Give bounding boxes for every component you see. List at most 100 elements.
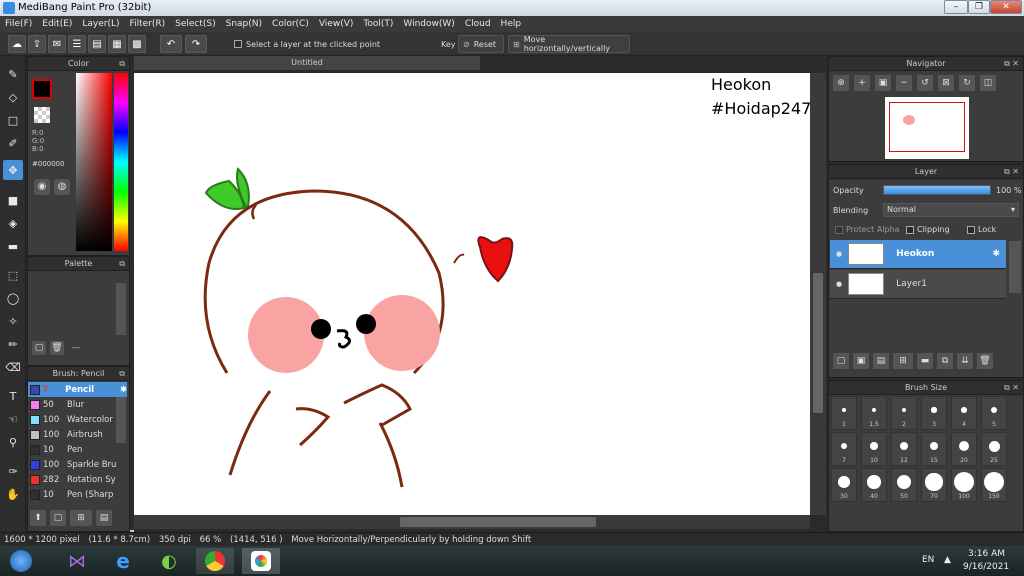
clock-date[interactable]: 9/16/2021 — [963, 562, 1009, 572]
eraser-tool-icon[interactable]: ◇ — [3, 87, 23, 107]
layer-scrollbar[interactable] — [1009, 241, 1021, 293]
popout-icon[interactable]: ⧉ ✕ — [1004, 381, 1019, 395]
blending-select[interactable]: Normal ▾ — [883, 203, 1019, 217]
layer-row[interactable]: ● Layer1 — [830, 270, 1006, 299]
dropper-icon[interactable]: ✑ — [3, 461, 23, 481]
language-indicator[interactable]: EN — [922, 555, 934, 565]
vertical-scroll-thumb[interactable] — [813, 273, 823, 413]
brush-item[interactable]: 50 Blur — [28, 397, 127, 412]
grid-icon[interactable]: ▩ — [128, 35, 146, 53]
cloud-icon[interactable]: ☁ — [8, 35, 26, 53]
menu-select[interactable]: Select(S) — [170, 19, 221, 29]
protect-alpha-checkbox[interactable] — [835, 225, 843, 234]
new-palette-icon[interactable]: ▢ — [32, 341, 46, 355]
minimize-button[interactable]: – — [944, 0, 968, 14]
menu-color[interactable]: Color(C) — [267, 19, 314, 29]
zoom-in-icon[interactable]: + — [854, 75, 870, 91]
undo-icon[interactable]: ↶ — [160, 35, 182, 53]
menu-file[interactable]: File(F) — [0, 19, 37, 29]
popout-icon[interactable]: ⧉ — [119, 367, 125, 381]
popout-icon[interactable]: ⧉ ✕ — [1004, 57, 1019, 71]
hand-tool-icon[interactable]: ✋ — [3, 484, 23, 504]
menu-tool[interactable]: Tool(T) — [358, 19, 398, 29]
layer-row[interactable]: ● Heokon ✱ — [830, 240, 1006, 269]
zoom-out-icon[interactable]: − — [896, 75, 912, 91]
page-list-icon[interactable]: ▦ — [108, 35, 126, 53]
duplicate-layer-icon[interactable]: ⧉ — [937, 353, 953, 369]
page-icon[interactable]: ▤ — [88, 35, 106, 53]
protect-alpha-option[interactable]: Protect Alpha — [835, 225, 900, 234]
new-layer-icon[interactable]: ▢ — [833, 353, 849, 369]
select-layer-option[interactable]: Select a layer at the clicked point — [230, 35, 430, 53]
navigator-thumbnail[interactable] — [885, 97, 969, 159]
fill-rect-tool-icon[interactable]: ■ — [3, 190, 23, 210]
horizontal-scrollbar[interactable] — [134, 515, 810, 529]
merge-layer-icon[interactable]: ⇊ — [957, 353, 973, 369]
flip-icon[interactable]: ◫ — [980, 75, 996, 91]
share-icon[interactable]: ⇪ — [28, 35, 46, 53]
select-eraser-icon[interactable]: ⌫ — [3, 357, 23, 377]
rotate-left-icon[interactable]: ↺ — [917, 75, 933, 91]
new-layer-1bit-icon[interactable]: ▤ — [873, 353, 889, 369]
visibility-icon[interactable]: ● — [836, 280, 842, 288]
brush-item[interactable]: 10 Pen — [28, 442, 127, 457]
move-tool-icon[interactable]: ✥ — [3, 160, 23, 180]
taskbar-app[interactable]: ◐ — [150, 548, 188, 574]
menu-cloud[interactable]: Cloud — [460, 19, 496, 29]
lock-option[interactable]: Lock — [967, 225, 996, 234]
gradient-tool-icon[interactable]: ▬ — [3, 236, 23, 256]
taskbar-medibang[interactable] — [242, 548, 280, 574]
popout-icon[interactable]: ⧉ ✕ — [1004, 165, 1019, 179]
vertical-scrollbar[interactable] — [810, 73, 826, 515]
hue-slider[interactable] — [114, 73, 128, 251]
taskbar-ie[interactable]: e — [104, 548, 142, 574]
brush-cloud-icon[interactable]: ⬆ — [30, 510, 46, 526]
saturation-value-picker[interactable] — [76, 73, 112, 251]
text-tool-icon[interactable]: T — [3, 386, 23, 406]
brush-tool-icon[interactable]: ✎ — [3, 64, 23, 84]
lasso-icon[interactable]: ◯ — [3, 288, 23, 308]
comment-list-icon[interactable]: ☰ — [68, 35, 86, 53]
drawing-canvas[interactable]: Heokon #Hoidap247 — [134, 73, 811, 515]
canvas-tab[interactable]: Untitled — [134, 56, 480, 70]
taskbar-chrome[interactable] — [196, 548, 234, 574]
menu-filter[interactable]: Filter(R) — [125, 19, 171, 29]
brush-item[interactable]: 100 Watercolor — [28, 412, 127, 427]
primary-color-swatch[interactable] — [32, 79, 52, 99]
menu-edit[interactable]: Edit(E) — [37, 19, 77, 29]
popout-icon[interactable]: ⧉ — [119, 57, 125, 71]
fit-window-icon[interactable]: ▣ — [875, 75, 891, 91]
select-rect-icon[interactable]: ⬚ — [3, 265, 23, 285]
lock-checkbox[interactable] — [967, 225, 975, 234]
new-layer-8bit-icon[interactable]: ▣ — [853, 353, 869, 369]
clock-time[interactable]: 3:16 AM — [968, 549, 1005, 559]
brush-item[interactable]: 282 Rotation Sy — [28, 472, 127, 487]
menu-layer[interactable]: Layer(L) — [77, 19, 124, 29]
visibility-icon[interactable]: ● — [836, 250, 842, 258]
reset-view-icon[interactable]: ⊠ — [938, 75, 954, 91]
clipping-option[interactable]: Clipping — [906, 225, 950, 234]
rotate-right-icon[interactable]: ↻ — [959, 75, 975, 91]
navigator-viewport[interactable] — [889, 102, 965, 152]
start-button[interactable] — [2, 548, 40, 574]
add-layer-menu-icon[interactable]: ⊞ — [893, 353, 913, 369]
horizontal-scroll-thumb[interactable] — [400, 517, 596, 527]
taskbar-visual-studio[interactable]: ⋈ — [58, 548, 96, 574]
menu-window[interactable]: Window(W) — [398, 19, 459, 29]
palette-scrollbar[interactable] — [116, 283, 126, 335]
color-slider-icon[interactable]: ◍ — [54, 179, 70, 195]
folder-icon[interactable]: ▬ — [917, 353, 933, 369]
add-brush-icon[interactable]: ⊞ — [70, 510, 92, 526]
magic-wand-icon[interactable]: ✧ — [3, 311, 23, 331]
select-layer-checkbox[interactable] — [234, 40, 242, 48]
brush-item[interactable]: 7 Pencil ✱ — [28, 382, 127, 397]
edit-tool-icon[interactable]: ✐ — [3, 133, 23, 153]
maximize-button[interactable]: ❐ — [968, 0, 990, 14]
brush-item[interactable]: 100 Sparkle Bru — [28, 457, 127, 472]
transparent-swatch[interactable] — [34, 107, 50, 123]
bucket-tool-icon[interactable]: ◈ — [3, 213, 23, 233]
close-button[interactable]: ✕ — [990, 0, 1022, 14]
operation-tool-icon[interactable]: ☜ — [3, 409, 23, 429]
comment-icon[interactable]: ✉ — [48, 35, 66, 53]
reset-button[interactable]: ⊘ Reset — [458, 35, 504, 53]
